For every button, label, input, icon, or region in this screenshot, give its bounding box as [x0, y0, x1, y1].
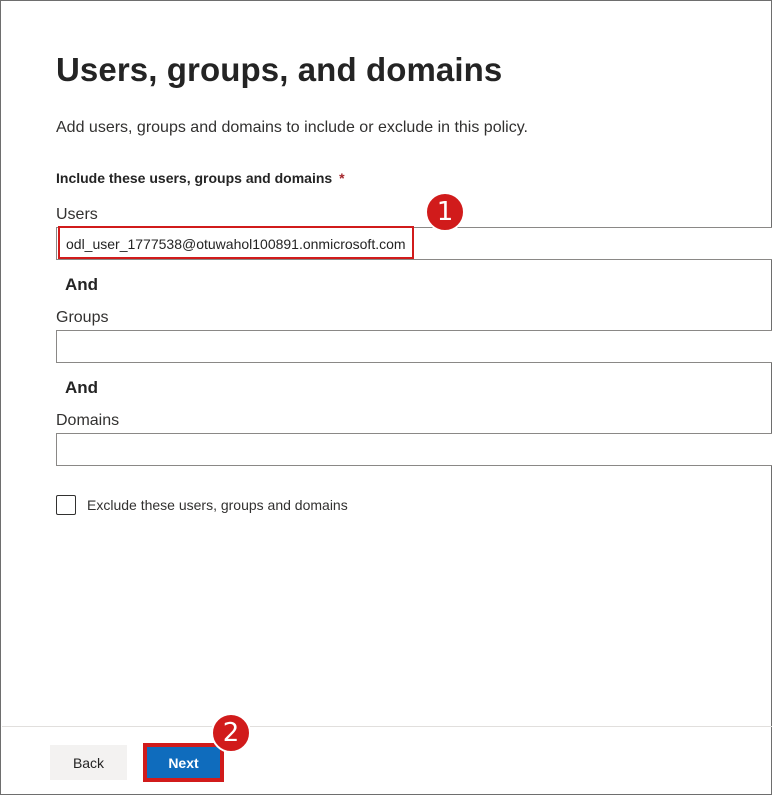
back-button[interactable]: Back	[50, 745, 127, 780]
wizard-panel: Users, groups, and domains Add users, gr…	[0, 0, 772, 795]
groups-picker[interactable]	[56, 330, 772, 363]
exclude-option[interactable]: Exclude these users, groups and domains	[56, 495, 348, 515]
required-marker: *	[339, 170, 345, 186]
exclude-checkbox-label[interactable]: Exclude these users, groups and domains	[87, 497, 348, 513]
user-tag[interactable]: odl_user_1777538@otuwahol100891.onmicros…	[58, 226, 414, 259]
include-section-label: Include these users, groups and domains …	[56, 170, 345, 186]
and-separator-1: And	[65, 275, 99, 294]
users-label: Users	[56, 206, 98, 223]
groups-label: Groups	[56, 309, 109, 326]
next-button[interactable]: Next	[143, 743, 224, 782]
exclude-checkbox[interactable]	[56, 495, 76, 515]
footer-divider	[2, 726, 772, 727]
include-section-label-text: Include these users, groups and domains	[56, 170, 333, 186]
users-picker[interactable]: odl_user_1777538@otuwahol100891.onmicros…	[56, 226, 772, 260]
step-1-badge: 1	[425, 192, 465, 232]
page-subtitle: Add users, groups and domains to include…	[56, 119, 528, 136]
domains-picker[interactable]	[56, 433, 772, 466]
domains-label: Domains	[56, 412, 120, 429]
step-2-badge: 2	[211, 713, 251, 753]
page-title: Users, groups, and domains	[56, 51, 503, 88]
and-separator-2: And	[65, 378, 99, 397]
